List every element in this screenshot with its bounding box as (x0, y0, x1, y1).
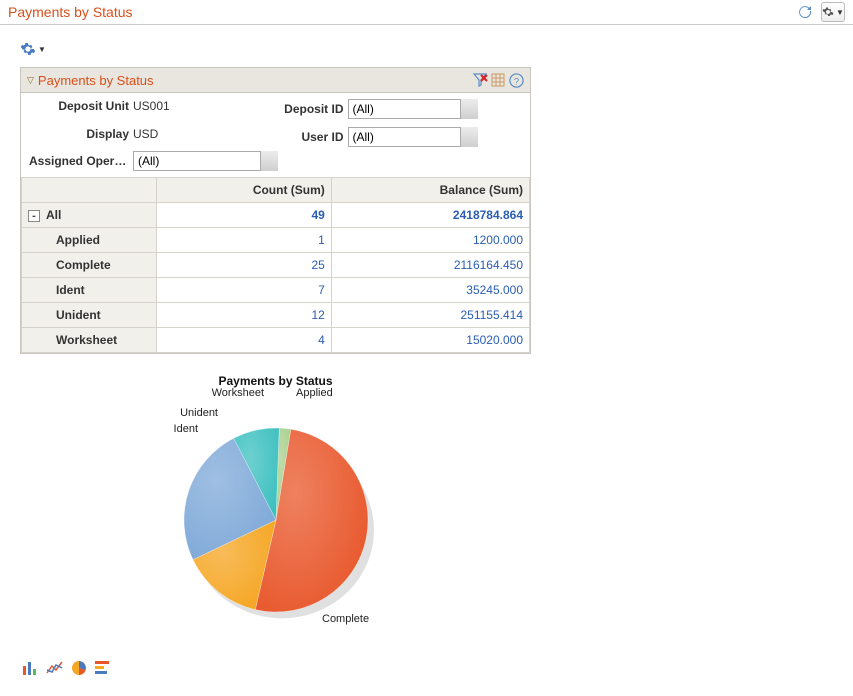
count-value[interactable]: 25 (311, 258, 324, 272)
count-value[interactable]: 4 (318, 333, 325, 347)
horizontal-bar-chart-icon[interactable] (94, 660, 112, 676)
count-value[interactable]: 7 (318, 283, 325, 297)
pie-label: Worksheet (211, 387, 263, 399)
table-row: Ident 7 35245.000 (22, 278, 530, 303)
row-label: Worksheet (22, 328, 157, 353)
disclosure-triangle-icon[interactable]: ▽ (27, 75, 34, 86)
pie-chart: Applied Complete Ident Unident Worksheet (146, 390, 406, 630)
page-title: Payments by Status (8, 4, 133, 20)
pie-label: Complete (322, 613, 369, 625)
user-id-label: User ID (284, 130, 348, 144)
payments-summary-table: Count (Sum) Balance (Sum) -All 49 2418784.… (21, 177, 530, 353)
display-value: USD (133, 127, 158, 141)
balance-value[interactable]: 1200.000 (473, 233, 523, 247)
caret-down-icon: ▼ (836, 8, 844, 17)
balance-value[interactable]: 2418784.864 (453, 208, 523, 222)
pie-chart-icon[interactable] (70, 660, 88, 676)
row-label: Complete (22, 253, 157, 278)
table-row: Worksheet 4 15020.000 (22, 328, 530, 353)
balance-value[interactable]: 251155.414 (460, 308, 523, 322)
deposit-unit-label: Deposit Unit (29, 99, 133, 113)
row-label: Ident (22, 278, 157, 303)
panel-title: Payments by Status (38, 73, 154, 88)
panel-settings-button[interactable]: ▼ (20, 41, 46, 57)
caret-down-icon: ▼ (38, 45, 46, 54)
count-value[interactable]: 12 (311, 308, 324, 322)
bar-chart-icon[interactable] (22, 660, 40, 676)
display-label: Display (29, 127, 133, 141)
pie-label: Applied (296, 387, 333, 399)
settings-menu-button[interactable]: ▼ (821, 2, 845, 22)
table-row: Unident 12 251155.414 (22, 303, 530, 328)
payments-by-status-panel: ▽ Payments by Status ? Deposit Unit (20, 67, 531, 354)
svg-text:?: ? (513, 76, 518, 86)
deposit-id-select[interactable]: (All) (348, 99, 478, 119)
balance-value[interactable]: 2116164.450 (454, 258, 523, 272)
pie-label: Ident (173, 423, 197, 435)
assigned-operator-select[interactable]: (All) (133, 151, 278, 171)
collapse-icon[interactable]: - (28, 210, 40, 222)
count-value[interactable]: 1 (318, 233, 325, 247)
row-label: Unident (22, 303, 157, 328)
row-label: -All (22, 203, 157, 228)
balance-value[interactable]: 15020.000 (466, 333, 523, 347)
user-id-select[interactable]: (All) (348, 127, 478, 147)
col-count-header: Count (Sum) (157, 178, 332, 203)
line-chart-icon[interactable] (46, 660, 64, 676)
table-view-icon[interactable] (490, 72, 506, 88)
refresh-icon[interactable] (793, 2, 817, 22)
deposit-unit-value: US001 (133, 99, 170, 113)
pie-label: Unident (180, 407, 218, 419)
deposit-id-label: Deposit ID (284, 102, 348, 116)
table-row: -All 49 2418784.864 (22, 203, 530, 228)
row-label: Applied (22, 228, 157, 253)
filter-clear-icon[interactable] (472, 72, 488, 88)
chart-title: Payments by Status (218, 374, 332, 388)
count-value[interactable]: 49 (311, 208, 324, 222)
assigned-operator-label: Assigned Opera... (29, 154, 133, 168)
table-row: Applied 1 1200.000 (22, 228, 530, 253)
balance-value[interactable]: 35245.000 (466, 283, 523, 297)
help-icon[interactable]: ? (508, 72, 524, 88)
col-balance-header: Balance (Sum) (331, 178, 529, 203)
table-row: Complete 25 2116164.450 (22, 253, 530, 278)
